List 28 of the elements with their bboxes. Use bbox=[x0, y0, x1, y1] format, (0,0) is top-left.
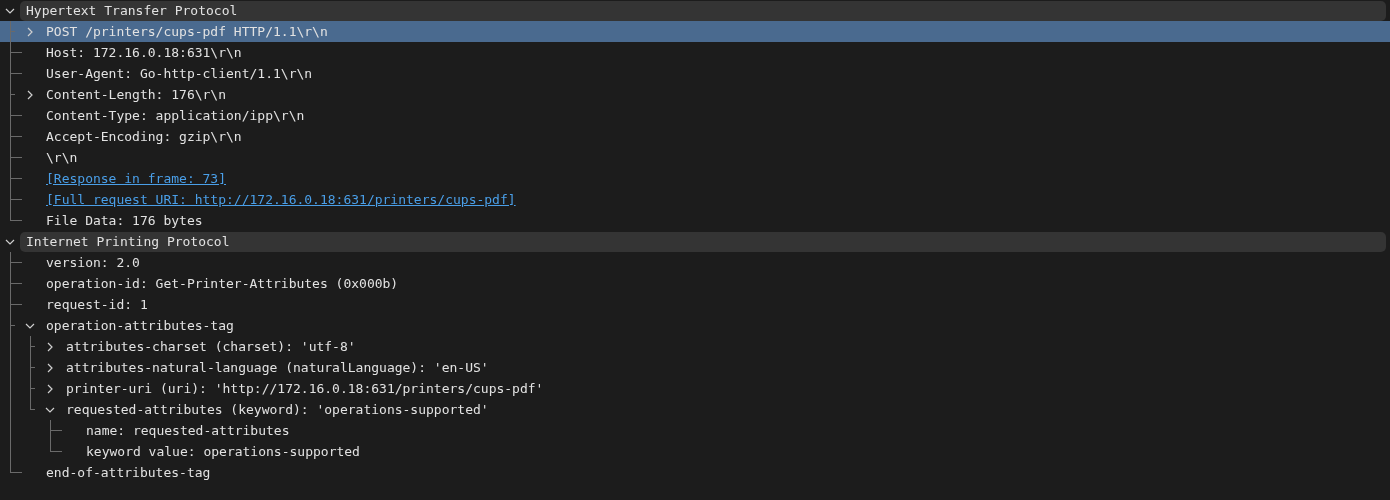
tree-item-label[interactable]: name: requested-attributes bbox=[86, 420, 290, 441]
selected-row-highlight[interactable]: POST /printers/cups-pdf HTTP/1.1\r\n bbox=[0, 21, 1390, 42]
tree-item-label[interactable]: version: 2.0 bbox=[46, 252, 140, 273]
tree-item-label[interactable]: Content-Type: application/ipp\r\n bbox=[46, 105, 305, 126]
chevron-right-icon[interactable] bbox=[45, 383, 55, 394]
tree-item-label[interactable]: File Data: 176 bytes bbox=[46, 210, 203, 231]
protocol-header[interactable]: Internet Printing Protocol bbox=[20, 231, 1386, 252]
frame-link[interactable]: [Full request URI: http://172.16.0.18:631/printers/cups-pdf] bbox=[46, 189, 516, 210]
tree-item-label[interactable]: printer-uri (uri): 'http://172.16.0.18:631/printers/cups-pdf' bbox=[66, 378, 544, 399]
tree-item-label[interactable]: attributes-natural-language (naturalLanguage): 'en-US' bbox=[66, 357, 489, 378]
chevron-right-icon[interactable] bbox=[45, 362, 55, 373]
tree-item-label[interactable]: requested-attributes (keyword): 'operations-supported' bbox=[66, 399, 489, 420]
tree-item-label[interactable]: \r\n bbox=[46, 147, 78, 168]
tree-item-label[interactable]: attributes-charset (charset): 'utf-8' bbox=[66, 336, 356, 357]
tree-item-label[interactable]: keyword value: operations-supported bbox=[86, 441, 360, 462]
tree-item-label[interactable]: User-Agent: Go-http-client/1.1\r\n bbox=[46, 63, 313, 84]
frame-link[interactable]: [Response in frame: 73] bbox=[46, 168, 226, 189]
tree-item-label[interactable]: Accept-Encoding: gzip\r\n bbox=[46, 126, 242, 147]
chevron-right-icon[interactable] bbox=[25, 89, 35, 100]
tree-item-label[interactable]: operation-id: Get-Printer-Attributes (0x000b) bbox=[46, 273, 399, 294]
tree-item-label[interactable]: request-id: 1 bbox=[46, 294, 148, 315]
tree-item-label[interactable]: POST /printers/cups-pdf HTTP/1.1\r\n bbox=[46, 21, 328, 42]
tree-item-label[interactable]: Content-Length: 176\r\n bbox=[46, 84, 226, 105]
chevron-right-icon[interactable] bbox=[45, 341, 55, 352]
tree-item-label[interactable]: Host: 172.16.0.18:631\r\n bbox=[46, 42, 242, 63]
tree-item-label[interactable]: operation-attributes-tag bbox=[46, 315, 234, 336]
protocol-header[interactable]: Hypertext Transfer Protocol bbox=[20, 0, 1386, 21]
tree-item-label[interactable]: end-of-attributes-tag bbox=[46, 462, 211, 483]
